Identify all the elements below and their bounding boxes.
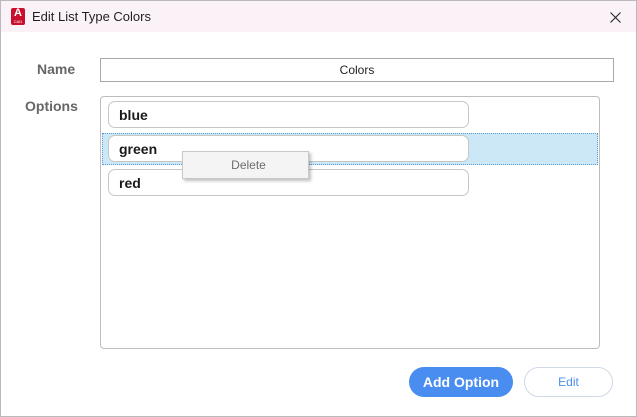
option-input[interactable]: blue	[108, 101, 469, 128]
close-button[interactable]	[604, 6, 626, 28]
window-title: Edit List Type Colors	[32, 9, 151, 24]
app-icon-sub: CAD	[13, 19, 23, 24]
autocad-app-icon: A CAD	[11, 8, 25, 25]
add-option-button[interactable]: Add Option	[409, 367, 513, 397]
name-label: Name	[37, 61, 76, 77]
option-row-blue[interactable]: blue	[102, 99, 598, 131]
options-list[interactable]: blue green red	[100, 96, 600, 349]
option-row-green[interactable]: green	[102, 133, 598, 165]
dialog-window: A CAD Edit List Type Colors Name Colors …	[0, 0, 637, 417]
context-menu: Delete	[182, 151, 309, 179]
app-icon-letter: A	[14, 7, 22, 19]
title-bar: A CAD Edit List Type Colors	[1, 1, 636, 32]
name-field[interactable]: Colors	[100, 58, 614, 82]
delete-menu-item[interactable]: Delete	[183, 152, 308, 178]
edit-button[interactable]: Edit	[524, 367, 613, 397]
option-row-red[interactable]: red	[102, 167, 598, 199]
close-icon	[609, 11, 621, 23]
options-label: Options	[25, 98, 78, 114]
